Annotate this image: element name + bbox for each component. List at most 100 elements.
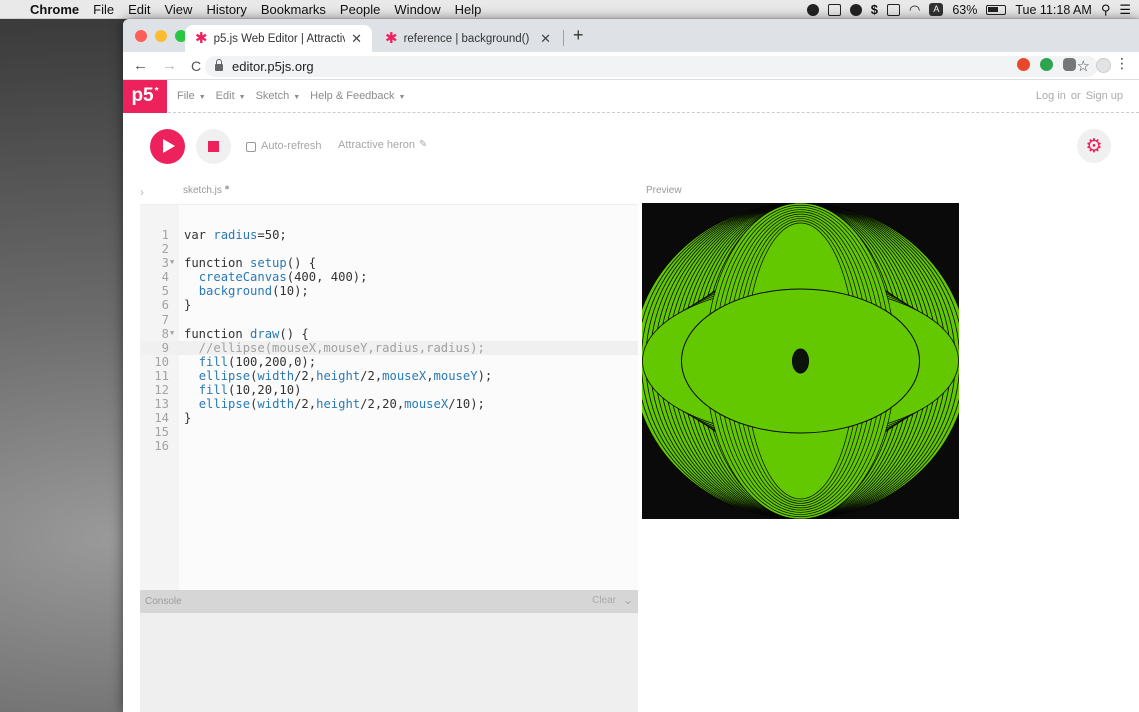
code-line[interactable]: 9 //ellipse(mouseX,mouseY,radius,radius)… <box>140 340 638 355</box>
menubar-item-help[interactable]: Help <box>455 2 482 17</box>
code-line[interactable]: 7 <box>140 313 638 327</box>
code-text[interactable]: createCanvas(400, 400); <box>184 270 368 284</box>
forward-arrow-icon[interactable]: → <box>162 57 177 74</box>
code-text[interactable]: fill(100,200,0); <box>184 355 316 369</box>
extension-red-icon[interactable] <box>1017 58 1030 71</box>
tab-close-icon[interactable]: ✕ <box>540 31 551 47</box>
menubar-item-people[interactable]: People <box>340 2 380 17</box>
extension-cloud-icon[interactable] <box>1063 58 1076 71</box>
menubar-item-bookmarks[interactable]: Bookmarks <box>261 2 326 17</box>
p5-menu-edit[interactable]: Edit <box>216 90 235 102</box>
menubar-item-edit[interactable]: Edit <box>128 2 150 17</box>
p5-menu-sketch[interactable]: Sketch <box>256 90 290 102</box>
auto-refresh-checkbox[interactable] <box>246 142 256 152</box>
tab-title: p5.js Web Editor | Attractive he <box>213 32 346 45</box>
os-menubar: Chrome File Edit View History Bookmarks … <box>0 0 1139 19</box>
battery-percent[interactable]: 63% <box>952 3 977 17</box>
menubar-item-view[interactable]: View <box>164 2 192 17</box>
code-line[interactable]: 2 <box>140 242 638 256</box>
code-line[interactable]: 12 fill(10,20,10) <box>140 383 638 397</box>
code-text[interactable]: function setup() { <box>184 256 316 270</box>
auth-links: Log in or Sign up <box>1036 90 1123 102</box>
code-text[interactable]: //ellipse(mouseX,mouseY,radius,radius); <box>184 341 485 355</box>
code-line[interactable]: 10 fill(100,200,0); <box>140 355 638 369</box>
console-clear-button[interactable]: Clear <box>592 595 616 606</box>
p5-logo[interactable]: p5 * <box>123 79 167 113</box>
chrome-menu-icon[interactable]: ⋮ <box>1115 55 1129 72</box>
airplay-icon[interactable] <box>887 3 900 16</box>
code-line[interactable]: 4 createCanvas(400, 400); <box>140 270 638 284</box>
spotlight-search-icon[interactable]: ⚲ <box>1101 2 1111 18</box>
status-window-icon[interactable] <box>827 3 841 16</box>
new-tab-plus-icon[interactable]: + <box>573 25 584 46</box>
signup-link[interactable]: Sign up <box>1086 90 1123 102</box>
status-dollar-icon[interactable]: $ <box>871 2 878 17</box>
p5-menu-help[interactable]: Help & Feedback <box>310 90 394 102</box>
play-button[interactable] <box>150 129 185 164</box>
login-link[interactable]: Log in <box>1036 90 1066 102</box>
input-source-icon[interactable]: A <box>929 3 944 16</box>
code-line[interactable]: 13 ellipse(width/2,height/2,20,mouseX/10… <box>140 397 638 411</box>
minimize-window-button[interactable] <box>155 30 167 42</box>
back-arrow-icon[interactable]: ← <box>133 57 148 74</box>
code-text[interactable]: } <box>184 298 191 312</box>
profile-avatar[interactable] <box>1096 58 1111 73</box>
tab-separator <box>563 30 564 46</box>
sketch-controls: Auto-refresh Attractive heron ✎ ⚙ <box>123 113 1139 176</box>
url-text[interactable]: editor.p5js.org <box>232 59 314 74</box>
code-line[interactable]: 14} <box>140 411 638 425</box>
code-lines[interactable]: 1 var radius=50; 2 3 ▼ function setup() {4 cr… <box>140 228 638 454</box>
status-cloud-icon[interactable] <box>849 3 862 16</box>
wifi-icon[interactable]: ◠ <box>909 2 920 18</box>
reload-icon[interactable]: C <box>191 58 201 74</box>
close-window-button[interactable] <box>135 30 147 42</box>
project-name[interactable]: Attractive heron <box>338 139 415 151</box>
p5-favicon-icon: ✱ <box>385 30 398 47</box>
file-tab-sketch[interactable]: sketch.js ● <box>183 182 230 196</box>
settings-gear-icon[interactable]: ⚙ <box>1077 129 1111 163</box>
address-bar[interactable]: editor.p5js.org ☆ <box>205 56 1098 77</box>
fold-arrow-icon[interactable]: ▼ <box>170 255 174 269</box>
code-line[interactable]: 6} <box>140 298 638 312</box>
auto-refresh-label[interactable]: Auto-refresh <box>261 140 322 152</box>
code-editor[interactable]: 1 var radius=50; 2 3 ▼ function setup() {4 cr… <box>140 204 638 591</box>
p5-menu-file[interactable]: File <box>177 90 195 102</box>
pencil-edit-icon[interactable]: ✎ <box>419 139 427 150</box>
chevron-down-icon[interactable]: ⌄ <box>623 593 633 607</box>
code-text[interactable]: var radius=50; <box>184 228 287 242</box>
bookmark-star-icon[interactable]: ☆ <box>1077 57 1090 75</box>
tab-close-icon[interactable]: ✕ <box>351 31 362 47</box>
sketch-ellipse <box>792 348 809 374</box>
code-line[interactable]: 11 ellipse(width/2,height/2,mouseX,mouse… <box>140 369 638 383</box>
code-line[interactable]: 8 ▼ function draw() { <box>140 327 638 341</box>
code-text[interactable]: function draw() { <box>184 327 309 341</box>
menubar-app-name[interactable]: Chrome <box>30 2 79 17</box>
menubar-item-history[interactable]: History <box>206 2 246 17</box>
extension-green-icon[interactable] <box>1040 58 1053 71</box>
code-text[interactable]: background(10); <box>184 284 309 298</box>
tab-reference-background[interactable]: ✱ reference | background() ✕ <box>375 25 561 52</box>
code-line[interactable]: 1 var radius=50; <box>140 228 638 242</box>
tab-p5-editor[interactable]: ✱ p5.js Web Editor | Attractive he ✕ <box>185 25 372 52</box>
battery-icon[interactable] <box>986 4 1007 15</box>
code-line[interactable]: 16 <box>140 439 638 453</box>
code-line[interactable]: 5 background(10); <box>140 284 638 298</box>
sketch-preview-canvas[interactable] <box>642 203 959 519</box>
expand-sidebar-chevron-icon[interactable]: › <box>140 185 144 199</box>
fold-arrow-icon[interactable]: ▼ <box>170 326 174 340</box>
code-text[interactable]: fill(10,20,10) <box>184 383 302 397</box>
line-number: 10 <box>154 354 169 369</box>
menubar-clock[interactable]: Tue 11:18 AM <box>1015 3 1091 17</box>
code-text[interactable]: ellipse(width/2,height/2,mouseX,mouseY); <box>184 369 493 383</box>
code-text[interactable]: } <box>184 411 191 425</box>
status-app-icon[interactable] <box>806 3 819 16</box>
code-text[interactable]: ellipse(width/2,height/2,20,mouseX/10); <box>184 397 485 411</box>
menubar-item-window[interactable]: Window <box>394 2 440 17</box>
notification-center-icon[interactable]: ☰ <box>1119 2 1131 18</box>
line-number: 2 <box>161 242 169 257</box>
code-line[interactable]: 3 ▼ function setup() { <box>140 256 638 270</box>
lock-icon[interactable] <box>215 59 223 71</box>
stop-button[interactable] <box>196 129 231 164</box>
menubar-item-file[interactable]: File <box>93 2 114 17</box>
code-line[interactable]: 15 <box>140 425 638 439</box>
